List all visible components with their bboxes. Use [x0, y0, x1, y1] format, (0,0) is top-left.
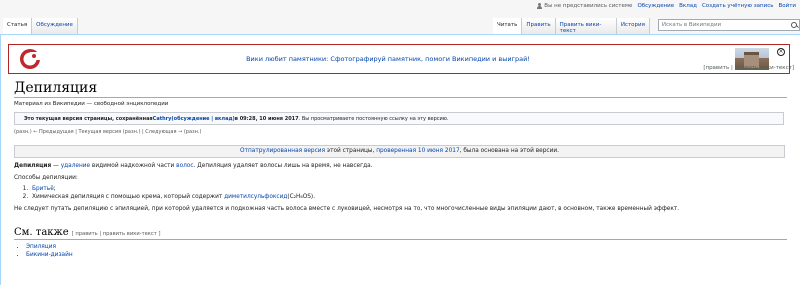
intro-dash: — — [51, 163, 61, 169]
flagged-revision-box: Отпатрулированная версия этой страницы, … — [14, 145, 785, 158]
section-edit-links[interactable]: [ править | править вики-текст ] — [72, 231, 161, 237]
tab-edit-source[interactable]: Править вики-текст — [555, 18, 617, 34]
site-tagline: Материал из Википедии — свободной энцикл… — [14, 101, 169, 107]
tab-article[interactable]: Статья — [3, 18, 33, 34]
flagged-text-mid: этой страницы, — [325, 148, 377, 154]
revision-text-2: . Вы просматриваете постоянную ссылку на… — [298, 115, 449, 122]
method1-tail: ; — [53, 186, 56, 192]
tab-edit[interactable]: Править — [522, 18, 556, 34]
see-also-heading: См. также[ править | править вики-текст … — [14, 227, 787, 240]
title-edit-links[interactable]: [править | править вики-текст] — [703, 65, 794, 71]
see-also-list: Эпиляция Бикини-дизайн — [26, 243, 787, 259]
method2-formula: (C₂H₆OS). — [287, 194, 316, 200]
tab-discussion[interactable]: Обсуждение — [32, 18, 78, 34]
namespace-tabs: Статья Обсуждение — [3, 18, 78, 34]
personal-link-login[interactable]: Войти — [779, 3, 797, 9]
intro-mid: видимой надкожной части — [90, 163, 177, 169]
wiki-loves-monuments-logo — [20, 49, 40, 69]
flagged-date[interactable]: 10 июня 2017 — [416, 148, 460, 154]
tab-history[interactable]: История — [616, 18, 650, 34]
content-area: Вики любит памятники: Сфотографируй памя… — [0, 34, 800, 285]
revision-timestamp: в 09:28, 10 июня 2017 — [234, 115, 299, 122]
banner-text[interactable]: Вики любит памятники: Сфотографируй памя… — [41, 55, 735, 63]
search-input[interactable]: Искать в Википедии — [657, 19, 800, 31]
intro-bold: Депиляция — [14, 163, 52, 169]
link-removal[interactable]: удаление — [61, 163, 90, 169]
close-icon[interactable]: × — [777, 48, 785, 56]
link-bikini-design[interactable]: Бикини-дизайн — [26, 252, 73, 258]
tab-read[interactable]: Читать — [493, 18, 523, 34]
search-icon[interactable] — [789, 20, 799, 30]
flagged-text-tail: , была основана на этой версии. — [459, 148, 559, 154]
methods-list: Бритьё; Химическая депиляция с помощью к… — [30, 185, 787, 201]
list-item: Эпиляция — [26, 243, 787, 251]
revision-navigation[interactable]: (разн.) ← Предыдущая | Текущая версия (р… — [14, 129, 787, 135]
personal-link-contributions[interactable]: Вклад — [679, 3, 697, 9]
flagged-link-patrolled[interactable]: Отпатрулированная версия — [240, 148, 325, 154]
personal-link-talk[interactable]: Обсуждение — [637, 3, 674, 9]
revision-user-tools[interactable]: (обсуждение | вклад) — [171, 116, 234, 122]
link-dmso[interactable]: диметилсульфоксид — [224, 194, 287, 200]
flagged-link-checked[interactable]: проверенная — [376, 148, 416, 154]
link-epilation[interactable]: Эпиляция — [26, 244, 56, 250]
anon-text: Вы не представились системе — [544, 3, 633, 9]
user-icon — [536, 3, 542, 9]
intro-paragraph: Депиляция — удаление видимой надкожной ч… — [14, 162, 787, 170]
list-item: Бикини-дизайн — [26, 251, 787, 259]
intro-tail: . Депиляция удаляет волосы лишь на время… — [193, 163, 373, 169]
view-tabs: Читать Править Править вики-текст Истори… — [493, 18, 800, 34]
see-also-title: См. также — [14, 227, 69, 238]
method2-text: Химическая депиляция с помощью крема, ко… — [32, 194, 225, 200]
revision-info-box: Это текущая версия страницы, сохранённая… — [14, 112, 784, 125]
anon-status: Вы не представились системе — [536, 3, 632, 9]
link-shaving[interactable]: Бритьё — [32, 186, 54, 192]
personal-link-create-account[interactable]: Создать учётную запись — [702, 3, 774, 9]
link-hair[interactable]: волос — [176, 163, 193, 169]
search-placeholder: Искать в Википедии — [661, 22, 722, 28]
revision-user-link[interactable]: Cathry — [153, 116, 172, 122]
revision-text-1: Это текущая версия страницы, сохранённая — [24, 115, 153, 122]
site-notice-banner: Вики любит памятники: Сфотографируй памя… — [8, 44, 790, 74]
page-title: Депиляция — [14, 80, 787, 98]
methods-label: Способы депиляции: — [14, 175, 78, 181]
list-item: Бритьё; — [30, 185, 787, 193]
personal-tools: Вы не представились системе Обсуждение В… — [536, 3, 796, 9]
list-item: Химическая депиляция с помощью крема, ко… — [30, 193, 787, 201]
note-paragraph: Не следует путать депиляцию с эпиляцией,… — [14, 206, 680, 212]
